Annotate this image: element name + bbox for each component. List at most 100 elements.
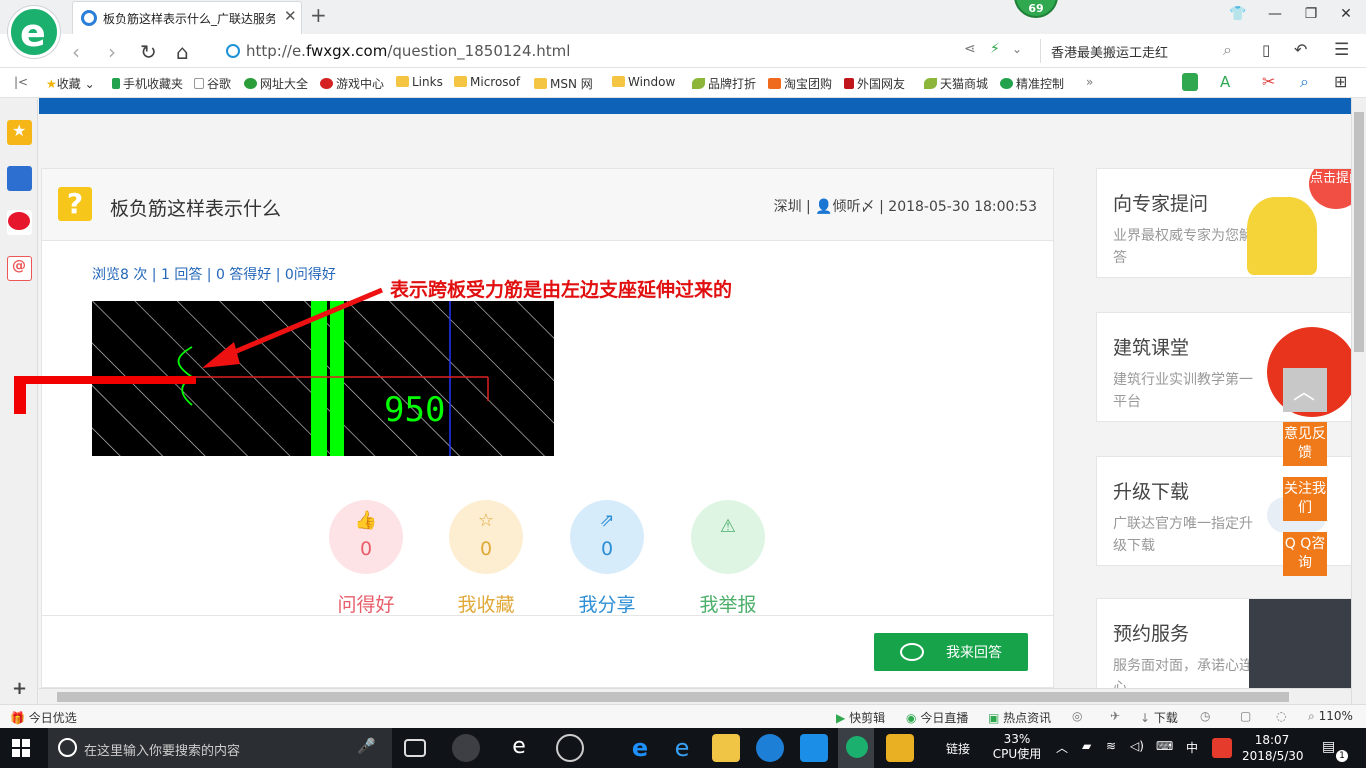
cpu-usage[interactable]: 33% CPU使用 [992, 732, 1042, 762]
status-live[interactable]: ◉ 今日直播 [906, 709, 968, 726]
bookmark-favorites[interactable]: ★收藏 ⌄ [46, 75, 95, 92]
home-button[interactable]: ⌂ [176, 40, 189, 64]
status-download[interactable]: ↓ 下载 [1140, 709, 1178, 726]
reload-button[interactable]: ↻ [140, 40, 157, 64]
status-quick-edit[interactable]: ▶ 快剪辑 [836, 709, 885, 726]
pin-icon[interactable]: ✈ [1110, 709, 1120, 723]
spiral-app-icon[interactable] [556, 734, 584, 762]
task-view-icon[interactable] [404, 739, 426, 757]
wifi-icon[interactable]: ≋ [1106, 739, 1116, 753]
forward-button[interactable]: › [108, 40, 116, 64]
translate-icon[interactable]: A [1220, 73, 1230, 91]
favorites-star-icon[interactable]: ★ [7, 120, 32, 145]
question-location[interactable]: 深圳 [774, 199, 802, 215]
notification-center-icon[interactable]: ▤ [1322, 739, 1335, 755]
mute-icon[interactable]: ◌ [1276, 709, 1286, 723]
today-pick[interactable]: 🎁 今日优选 [10, 709, 77, 726]
menu-icon[interactable]: ☰ [1334, 40, 1349, 60]
bookmark-sites[interactable]: 网址大全 [244, 75, 308, 92]
action-favorite[interactable]: ☆ 0 我收藏 [448, 500, 524, 617]
reader-icon[interactable] [7, 166, 32, 191]
sogou-s-icon[interactable] [1212, 738, 1232, 758]
search-box[interactable]: 香港最美搬运工走红 ⌕ [1040, 39, 1240, 63]
scissors-icon[interactable]: ✂ [1262, 72, 1275, 91]
new-tab-button[interactable]: + [310, 3, 327, 27]
skin-icon[interactable]: 👕 [1229, 6, 1247, 24]
shield-icon[interactable] [1182, 73, 1198, 91]
plus-app-icon[interactable] [800, 734, 828, 762]
follow-button[interactable]: 关注我们 [1283, 477, 1327, 521]
action-label[interactable]: 我分享 [569, 590, 645, 617]
action-good-question[interactable]: 👍 0 问得好 [328, 500, 404, 617]
back-button[interactable]: ‹ [72, 40, 80, 64]
more-bookmarks-icon[interactable]: » [1086, 75, 1093, 89]
bookmark-window[interactable]: Window [612, 75, 675, 89]
lightning-icon[interactable]: ⚡ [990, 41, 1000, 57]
taskbar-search[interactable]: 在这里输入你要搜索的内容 🎤 [48, 728, 392, 768]
bookmark-microsoft[interactable]: Microsof [454, 75, 520, 89]
volume-icon[interactable]: ◁) [1130, 739, 1144, 753]
vertical-scrollbar[interactable] [1351, 98, 1366, 704]
minimize-button[interactable]: — [1266, 6, 1284, 24]
question-user[interactable]: 倾听〆 [833, 199, 875, 215]
ime-indicator[interactable]: 中 [1186, 739, 1198, 756]
action-report[interactable]: ⚠ 我举报 [690, 500, 766, 617]
weibo-icon[interactable] [7, 210, 32, 235]
internet-explorer-icon[interactable]: e [668, 734, 696, 762]
window-icon[interactable]: ▢ [1240, 709, 1251, 723]
action-label[interactable]: 问得好 [328, 590, 404, 617]
horizontal-scrollbar[interactable] [39, 688, 1351, 704]
cleanup-icon[interactable]: ◷ [1200, 709, 1210, 723]
bookmark-games[interactable]: 游戏中心 [320, 75, 384, 92]
bookmark-discount[interactable]: 品牌打折 [692, 75, 756, 92]
restore-button[interactable]: ❐ [1302, 6, 1320, 24]
link-label[interactable]: 链接 [946, 740, 970, 757]
edge-icon[interactable]: e [626, 734, 654, 762]
qq-consult-button[interactable]: Q Q咨询 [1283, 532, 1327, 576]
zoom-level[interactable]: ⌕ 110% [1308, 709, 1353, 724]
browser-tab[interactable]: 板负筋这样表示什么_广联达服务 ✕ [72, 1, 302, 34]
action-label[interactable]: 我举报 [690, 590, 766, 617]
bookmark-precise[interactable]: 精准控制 [1000, 75, 1064, 92]
email-icon[interactable]: @ [7, 256, 32, 281]
windows-start-icon[interactable] [12, 739, 30, 757]
action-share[interactable]: ⇗ 0 我分享 [569, 500, 645, 617]
notes-app-icon[interactable] [886, 734, 914, 762]
close-tab-icon[interactable]: ✕ [284, 7, 297, 25]
bookmark-google[interactable]: 谷歌 [194, 75, 231, 92]
speed-icon[interactable]: ◎ [1072, 709, 1082, 723]
file-explorer-icon[interactable] [712, 734, 740, 762]
scroll-thumb[interactable] [57, 692, 1289, 702]
answer-button[interactable]: 我来回答 [874, 633, 1028, 671]
url-field[interactable]: http://e.fwxgx.com/question_1850124.html [222, 39, 1042, 63]
side-card-ask-expert[interactable]: 向专家提问 业界最权威专家为您解答 点击提问 [1096, 168, 1351, 278]
undo-icon[interactable]: ↶ [1294, 40, 1307, 59]
action-circle[interactable]: ⚠ [691, 500, 765, 574]
action-circle[interactable]: ⇗ 0 [570, 500, 644, 574]
clock[interactable]: 18:07 2018/5/30 [1242, 732, 1304, 764]
person-icon[interactable]: ▰ [1082, 739, 1091, 753]
bookmark-taobao[interactable]: 淘宝团购 [768, 75, 832, 92]
apps-grid-icon[interactable]: ⊞ [1334, 72, 1347, 91]
glodon-g-icon[interactable] [756, 734, 784, 762]
back-to-top-button[interactable]: ︿ [1283, 368, 1327, 412]
search-icon[interactable]: ⌕ [1223, 40, 1232, 60]
score-badge[interactable]: 69 [1014, 0, 1058, 18]
close-window-button[interactable]: ✕ [1337, 6, 1355, 24]
fan-app-icon[interactable] [452, 734, 480, 762]
bookmark-msn[interactable]: MSN 网 [534, 75, 593, 92]
status-news[interactable]: ▣ 热点资讯 [988, 709, 1051, 726]
action-circle[interactable]: ☆ 0 [449, 500, 523, 574]
collapse-sidebar-icon[interactable]: |< [14, 75, 28, 89]
add-icon[interactable]: + [12, 678, 27, 699]
browser-logo[interactable]: e [8, 6, 60, 58]
bookmark-mobile[interactable]: 手机收藏夹 [112, 75, 183, 92]
scroll-thumb[interactable] [1354, 112, 1364, 352]
mobile-icon[interactable]: ▯ [1262, 41, 1270, 59]
action-label[interactable]: 我收藏 [448, 590, 524, 617]
action-circle[interactable]: 👍 0 [329, 500, 403, 574]
bookmark-foreign[interactable]: 外国网友 [844, 75, 905, 92]
keyboard-icon[interactable]: ⌨ [1156, 739, 1173, 753]
ask-badge[interactable]: 点击提问 [1309, 169, 1351, 209]
chevron-down-icon[interactable]: ⌄ [1012, 42, 1022, 56]
